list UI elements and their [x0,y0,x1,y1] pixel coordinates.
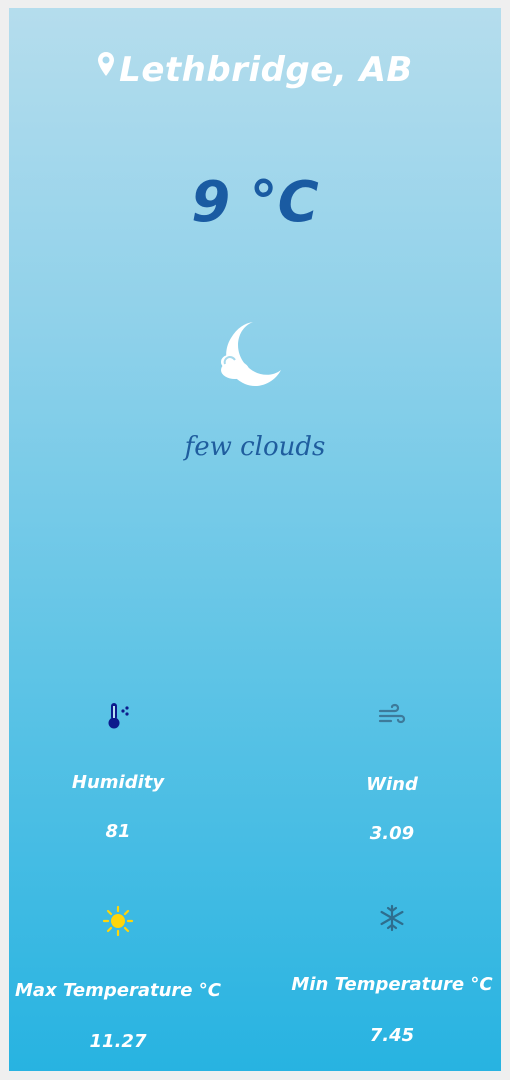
wind-value: 3.09 [369,823,415,844]
max-temperature-stat: Max Temperature °C 11.27 [9,905,238,1052]
snowflake-icon [272,904,501,934]
min-temperature-label: Min Temperature °C [291,974,493,995]
max-temperature-label: Max Temperature °C [15,980,221,1001]
weather-card: Lethbridge, AB 9 °C few clouds Humidity … [9,8,501,1071]
location-header: Lethbridge, AB [9,46,501,90]
wind-stat: Wind 3.09 [272,702,501,844]
sun-icon [9,905,238,937]
location-name: Lethbridge, AB [119,50,413,90]
humidity-stat: Humidity 81 [9,702,238,842]
location-pin-icon [97,46,115,86]
moon-cloud-icon [215,318,285,388]
wind-icon [272,702,501,732]
condition-description: few clouds [184,432,326,462]
thermometer-humidity-icon [9,702,238,732]
min-temperature-stat: Min Temperature °C 7.45 [272,904,501,1046]
humidity-value: 81 [105,821,131,842]
current-temperature: 9 °C [191,170,319,235]
wind-label: Wind [366,774,418,795]
min-temperature-value: 7.45 [369,1025,415,1046]
max-temperature-value: 11.27 [89,1031,147,1052]
humidity-label: Humidity [71,772,165,793]
